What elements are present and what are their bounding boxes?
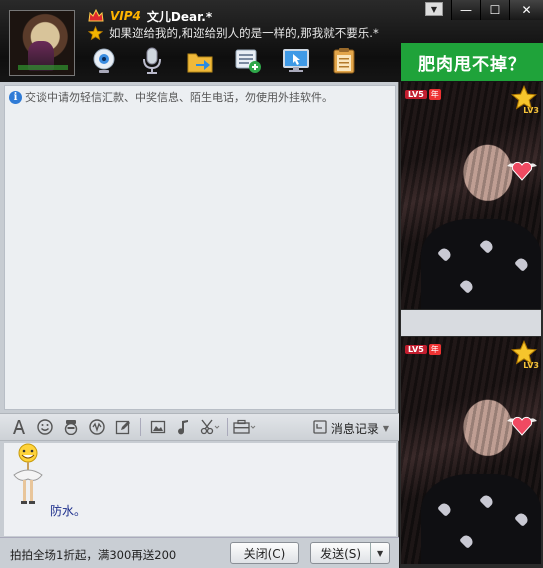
format-toolbar: 消息记录 ▼ [0, 413, 399, 441]
send-image-button[interactable] [145, 416, 171, 438]
info-icon: i [9, 90, 22, 104]
screenshot-button[interactable] [197, 416, 223, 438]
image-icon [150, 419, 166, 435]
file-transfer-icon [186, 48, 214, 74]
shake-window-button[interactable] [84, 416, 110, 438]
remote-assist-button[interactable] [272, 44, 320, 78]
security-notice: i 交谈中请勿轻信汇款、中奖信息、陌生电话，勿使用外挂软件。 [9, 88, 393, 106]
window-menu-button[interactable]: ▼ [425, 2, 443, 16]
show-level-tag: LV5 年 [405, 88, 441, 100]
mask-face-icon [63, 419, 79, 435]
send-button-group: 发送(S) ▼ [310, 542, 390, 564]
notes-button[interactable] [320, 44, 368, 78]
shirt-heart-print [437, 501, 453, 517]
message-history-area[interactable]: i 交谈中请勿轻信汇款、中奖信息、陌生电话，勿使用外挂软件。 [4, 85, 396, 410]
shirt-heart-print [437, 246, 453, 262]
year-badge: 年 [428, 343, 441, 355]
photo-shirt [421, 474, 541, 564]
bottom-bar: 拍拍全场1折起，满300再送200 关闭(C) 发送(S) ▼ [0, 537, 399, 568]
shirt-heart-print [459, 278, 475, 294]
signature-row: 如果迩给我的,和迩给别人的是一样的,那我就不要乐.* [88, 24, 379, 42]
contact-signature: 如果迩给我的,和迩给别人的是一样的,那我就不要乐.* [109, 26, 379, 40]
year-badge: 年 [428, 88, 441, 100]
show-level-badge: LV5 [405, 89, 427, 99]
chat-panel: i 交谈中请勿轻信汇款、中奖信息、陌生电话，勿使用外挂软件。 消息记录 ▼ 防水… [0, 82, 399, 568]
chat-toolbar [80, 44, 368, 78]
panel-divider [401, 310, 541, 336]
send-file-button[interactable] [176, 44, 224, 78]
toolbar-divider [140, 418, 141, 436]
magic-emoticon-button[interactable] [58, 416, 84, 438]
show-level-badge: LV5 [405, 344, 427, 354]
minimize-button[interactable]: — [451, 0, 480, 20]
contact-show-photo[interactable]: LV5 年 LV3 [401, 82, 541, 309]
window-controls: ▼ — ☐ ✕ [425, 0, 543, 20]
music-note-icon [176, 419, 192, 435]
toolbox-icon [233, 419, 257, 435]
webcam-button[interactable] [80, 44, 128, 78]
show-level-tag: LV5 年 [405, 343, 441, 355]
star-level-label: LV3 [523, 106, 539, 115]
skirt-emoticon-icon [11, 443, 45, 511]
winged-heart-icon [507, 413, 537, 436]
window-close-button[interactable]: ✕ [509, 0, 543, 20]
contact-name-row: VIP4 文儿Dear.* [88, 6, 212, 26]
message-history-button[interactable]: 消息记录 ▼ [313, 417, 389, 439]
emoticon-button[interactable] [32, 416, 58, 438]
microphone-icon [141, 47, 163, 75]
shake-icon [89, 419, 105, 435]
send-options-dropdown[interactable]: ▼ [370, 543, 389, 563]
smiley-icon [37, 419, 53, 435]
font-button[interactable] [6, 416, 32, 438]
notepad-icon [332, 47, 356, 75]
history-icon [313, 419, 327, 437]
music-button[interactable] [171, 416, 197, 438]
toolbar-divider [227, 418, 228, 436]
winged-heart-icon [507, 158, 537, 181]
promo-link[interactable]: 拍拍全场1折起，满300再送200 [10, 547, 176, 563]
ad-banner-text: 肥肉甩不掉？ [418, 54, 526, 75]
close-button[interactable]: 关闭(C) [230, 542, 299, 564]
photo-shirt [421, 219, 541, 309]
star-icon [88, 25, 103, 41]
toolbox-button[interactable] [232, 416, 258, 438]
shirt-heart-print [514, 511, 530, 527]
avatar-caption-bar [18, 65, 68, 70]
contact-nickname[interactable]: 文儿Dear.* [147, 8, 212, 25]
shirt-heart-print [459, 533, 475, 549]
star-level-label: LV3 [523, 361, 539, 370]
maximize-button[interactable]: ☐ [480, 0, 509, 20]
shirt-heart-print [479, 493, 495, 509]
send-button[interactable]: 发送(S) [311, 545, 370, 562]
webcam-icon [91, 47, 117, 75]
shirt-heart-print [479, 238, 495, 254]
edit-pencil-icon [115, 419, 131, 435]
doodle-button[interactable] [110, 416, 136, 438]
chevron-down-icon: ▼ [382, 423, 389, 433]
vip-crown-icon [88, 9, 104, 23]
contact-avatar[interactable] [9, 10, 75, 76]
shirt-heart-print [514, 256, 530, 272]
contact-show-photo[interactable]: LV5 年 LV3 [401, 337, 541, 564]
security-notice-text: 交谈中请勿轻信汇款、中奖信息、陌生电话，勿使用外挂软件。 [25, 91, 333, 104]
message-history-label: 消息记录 [330, 421, 379, 436]
group-add-icon [234, 48, 262, 74]
voice-call-button[interactable] [128, 44, 176, 78]
remote-desktop-icon [282, 48, 310, 74]
contact-show-panel: LV5 年 LV3 LV5 年 LV3 [400, 82, 543, 568]
font-icon [11, 419, 27, 435]
message-draft-text: 防水。 [50, 504, 87, 518]
group-chat-button[interactable] [224, 44, 272, 78]
scissors-icon [200, 419, 220, 435]
vip-level-badge[interactable]: VIP4 [110, 9, 141, 23]
message-input-area[interactable]: 防水。 [4, 443, 396, 536]
ad-banner[interactable]: 肥肉甩不掉？ [401, 43, 543, 81]
